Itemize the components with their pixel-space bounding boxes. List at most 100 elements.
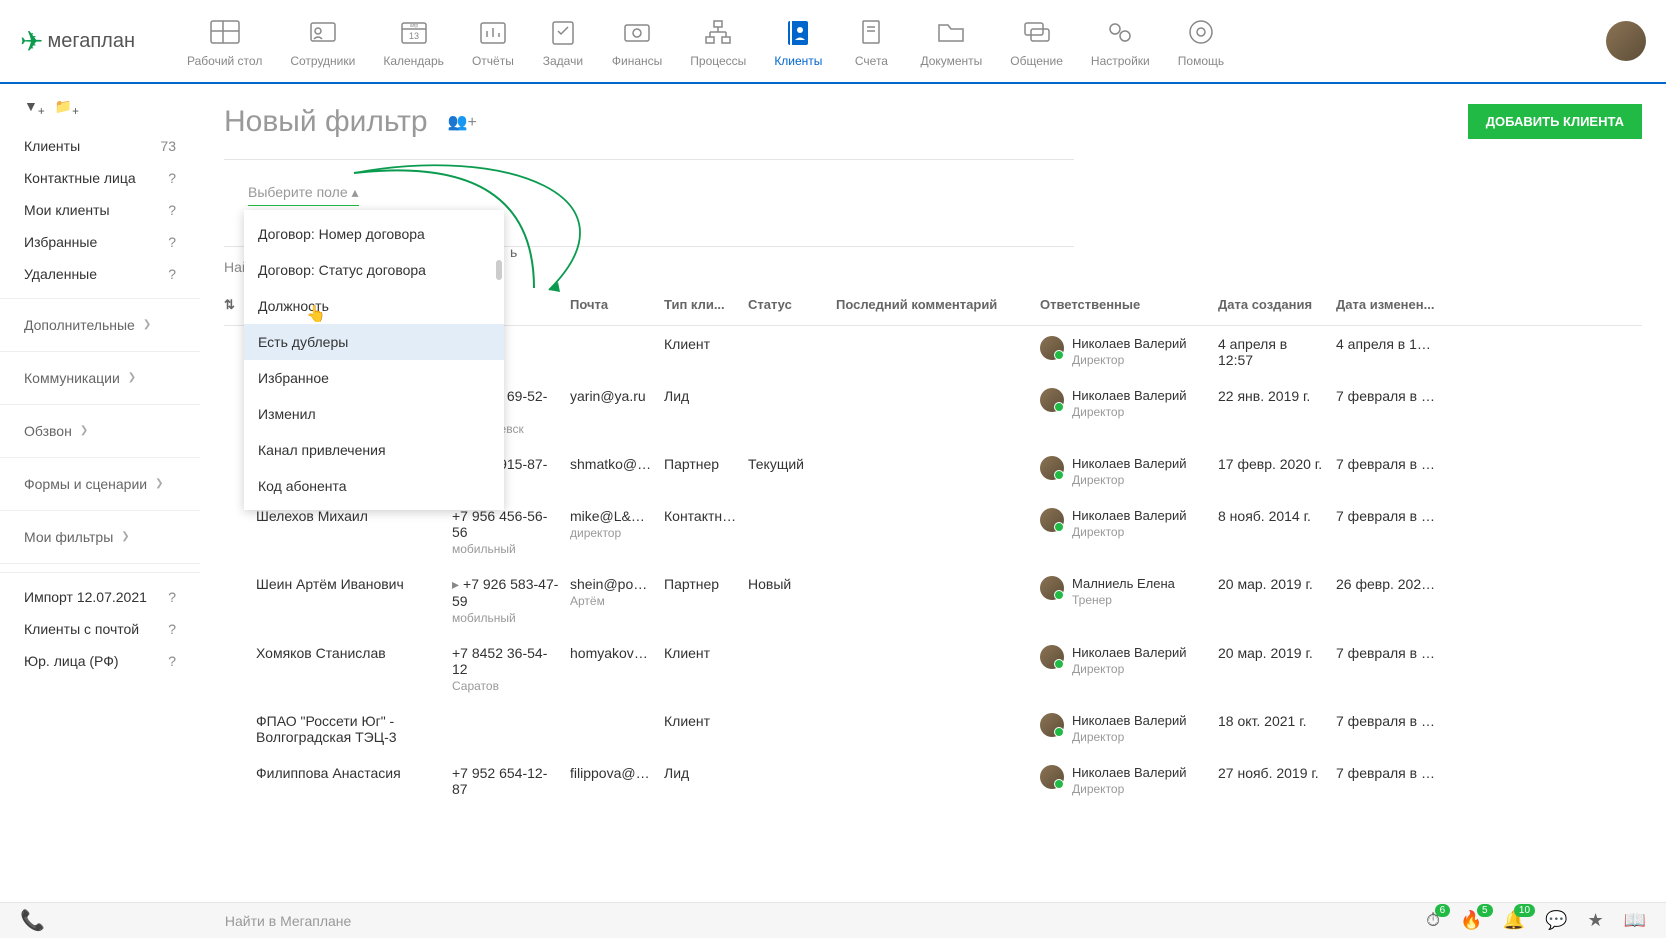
fire-icon[interactable]: 🔥5 <box>1460 910 1482 931</box>
invoices-icon <box>850 14 892 50</box>
avatar <box>1040 388 1064 412</box>
col-comment[interactable]: Последний комментарий <box>836 297 1040 313</box>
desktop-icon <box>204 14 246 50</box>
sidebar-saved-filter[interactable]: Импорт 12.07.2021? <box>0 581 200 613</box>
col-email[interactable]: Почта <box>570 297 664 313</box>
sidebar-item[interactable]: Контактные лица? <box>0 162 200 194</box>
message-icon[interactable]: 💬 <box>1545 910 1567 931</box>
table-row[interactable]: Филиппова Анастасия +7 952 654-12-87 fil… <box>224 755 1642 807</box>
reports-icon <box>472 14 514 50</box>
sidebar-group[interactable]: Коммуникации❯ <box>0 360 200 396</box>
phone-icon[interactable]: 📞 <box>20 908 45 933</box>
col-type[interactable]: Тип кли... <box>664 297 748 313</box>
dropdown-option[interactable]: Есть дублеры <box>244 324 504 360</box>
finance-icon <box>616 14 658 50</box>
sidebar-group[interactable]: Мои фильтры❯ <box>0 519 200 555</box>
clients-icon <box>777 14 819 50</box>
avatar <box>1040 456 1064 480</box>
nav-finance[interactable]: Финансы <box>600 8 674 74</box>
dropdown-option[interactable]: Должность <box>244 288 504 324</box>
nav-reports[interactable]: Отчёты <box>460 8 526 74</box>
dropdown-option[interactable]: Избранное <box>244 360 504 396</box>
dropdown-option[interactable]: Изменил <box>244 396 504 432</box>
processes-icon <box>697 14 739 50</box>
nav-documents[interactable]: Документы <box>908 8 994 74</box>
nav-help[interactable]: Помощь <box>1166 8 1236 74</box>
chevron-right-icon: ❯ <box>155 478 163 489</box>
sidebar: ▼+ 📁+ Клиенты73Контактные лица?Мои клиен… <box>0 84 200 902</box>
nav-invoices[interactable]: Счета <box>838 8 904 74</box>
nav-chat[interactable]: Общение <box>998 8 1075 74</box>
add-folder-icon[interactable]: 📁+ <box>55 98 79 118</box>
dropdown-option[interactable]: Договор: Статус договора <box>244 252 504 288</box>
svg-text:апр: апр <box>409 23 417 29</box>
nav-settings[interactable]: Настройки <box>1079 8 1162 74</box>
content: Новый фильтр 👥+ ДОБАВИТЬ КЛИЕНТА Выберит… <box>200 84 1666 902</box>
add-client-button[interactable]: ДОБАВИТЬ КЛИЕНТА <box>1468 104 1642 139</box>
nav-tasks[interactable]: Задачи <box>530 8 596 74</box>
top-nav: ✈ мегаплан Рабочий стол Сотрудники 13 апр… <box>0 0 1666 84</box>
avatar <box>1040 713 1064 737</box>
filter-dropdown: Договор: Номер договораДоговор: Статус д… <box>244 210 504 510</box>
book-icon[interactable]: 📖 <box>1624 910 1646 931</box>
chevron-right-icon: ❯ <box>128 372 136 383</box>
avatar <box>1040 576 1064 600</box>
col-status[interactable]: Статус <box>748 297 836 313</box>
star-icon[interactable]: ★ <box>1587 910 1603 931</box>
sidebar-item[interactable]: Удаленные? <box>0 258 200 290</box>
filter-icon[interactable]: ▼+ <box>24 98 45 118</box>
table-row[interactable]: Шеин Артём Иванович ▸+7 926 583-47-59моб… <box>224 566 1642 635</box>
nav-employees[interactable]: Сотрудники <box>278 8 367 74</box>
add-people-icon[interactable]: 👥+ <box>448 112 477 132</box>
logo[interactable]: ✈ мегаплан <box>20 25 135 58</box>
sidebar-group[interactable]: Дополнительные❯ <box>0 307 200 343</box>
sidebar-item[interactable]: Клиенты73 <box>0 130 200 162</box>
nav-calendar[interactable]: 13апр Календарь <box>371 8 456 74</box>
chevron-right-icon: ❯ <box>121 531 129 542</box>
sidebar-saved-filter[interactable]: Юр. лица (РФ)? <box>0 645 200 677</box>
dropdown-option[interactable]: Договор: Номер договора <box>244 216 504 252</box>
chat-icon <box>1016 14 1058 50</box>
bell-icon[interactable]: 🔔10 <box>1503 910 1525 931</box>
filter-field-select[interactable]: Выберите поле ▴ <box>248 184 359 206</box>
sidebar-group[interactable]: Формы и сценарии❯ <box>0 466 200 502</box>
avatar <box>1040 765 1064 789</box>
col-created[interactable]: Дата создания <box>1218 297 1336 313</box>
alert-icon[interactable]: ⏱6 <box>1426 910 1440 931</box>
avatar <box>1040 336 1064 360</box>
bottom-bar: 📞 Найти в Мегаплане ⏱6 🔥5 🔔10 💬 ★ 📖 <box>0 902 1666 938</box>
page-title: Новый фильтр <box>224 105 428 139</box>
employees-icon <box>302 14 344 50</box>
table-row[interactable]: ФПАО "Россети Юг" - Волгоградская ТЭЦ-3 … <box>224 703 1642 755</box>
help-icon <box>1180 14 1222 50</box>
nav-items: Рабочий стол Сотрудники 13апр Календарь … <box>175 8 1586 74</box>
sidebar-saved-filter[interactable]: Клиенты с почтой? <box>0 613 200 645</box>
calendar-icon: 13 апр <box>393 14 435 50</box>
dropdown-option[interactable]: Код абонента <box>244 468 504 504</box>
filter-card: Выберите поле ▴ ь Договор: Номер договор… <box>224 159 1074 247</box>
settings-icon <box>1099 14 1141 50</box>
svg-text:13: 13 <box>409 31 419 41</box>
nav-clients[interactable]: Клиенты <box>762 8 834 74</box>
documents-icon <box>930 14 972 50</box>
col-responsible[interactable]: Ответственные <box>1040 297 1218 313</box>
user-avatar[interactable] <box>1606 21 1646 61</box>
chevron-right-icon: ❯ <box>80 425 88 436</box>
global-search[interactable]: Найти в Мегаплане <box>45 913 1426 929</box>
table-row[interactable]: Хомяков Станислав +7 8452 36-54-12Сарато… <box>224 635 1642 703</box>
nav-desktop[interactable]: Рабочий стол <box>175 8 274 74</box>
sidebar-item[interactable]: Мои клиенты? <box>0 194 200 226</box>
chevron-up-icon: ▴ <box>352 184 359 200</box>
chevron-right-icon: ❯ <box>143 319 151 330</box>
sidebar-group[interactable]: Обзвон❯ <box>0 413 200 449</box>
dropdown-option[interactable]: Канал привлечения <box>244 432 504 468</box>
nav-processes[interactable]: Процессы <box>678 8 758 74</box>
logo-icon: ✈ <box>20 25 43 58</box>
tasks-icon <box>542 14 584 50</box>
scrollbar[interactable] <box>496 260 502 280</box>
avatar <box>1040 645 1064 669</box>
logo-text: мегаплан <box>47 30 135 53</box>
col-modified[interactable]: Дата изменен... <box>1336 297 1436 313</box>
sidebar-item[interactable]: Избранные? <box>0 226 200 258</box>
avatar <box>1040 508 1064 532</box>
